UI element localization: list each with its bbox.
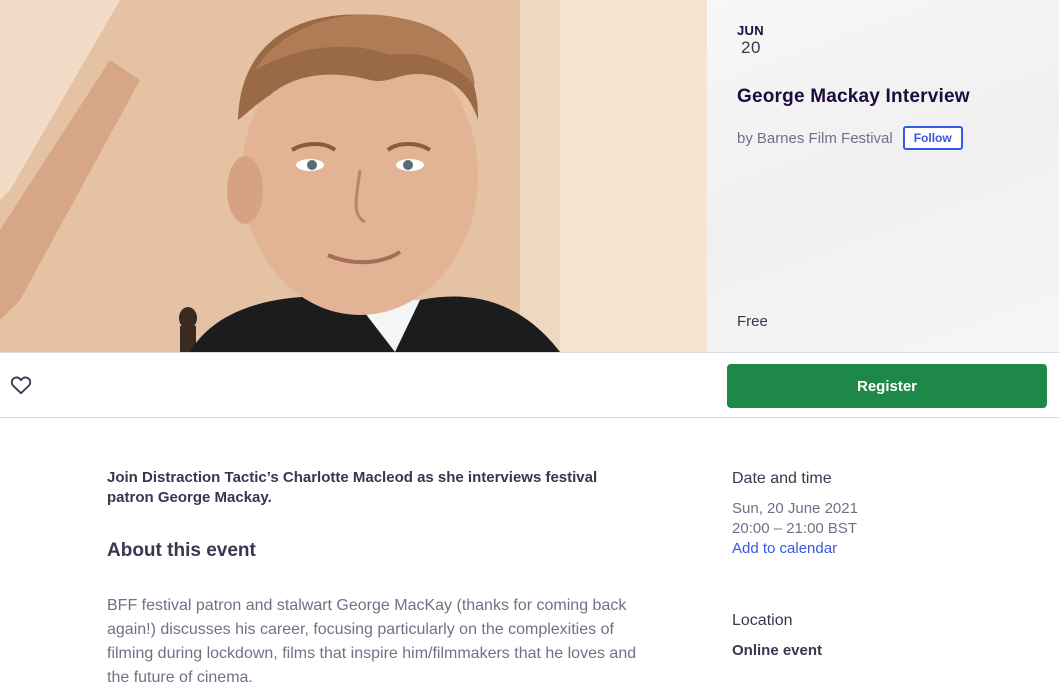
action-bar: Register: [0, 352, 1059, 418]
date-time-heading: Date and time: [732, 470, 832, 487]
location-section: Location Online event: [732, 612, 1032, 659]
organizer-name[interactable]: Barnes Film Festival: [757, 130, 893, 147]
event-month: JUN: [737, 23, 764, 38]
location-value: Online event: [732, 642, 823, 659]
organizer-prefix: by: [737, 129, 753, 147]
event-day: 20: [741, 38, 761, 57]
about-heading: About this event: [107, 540, 256, 561]
event-image: [0, 0, 707, 352]
date-time-section: Date and time Sun, 20 June 2021 20:00 – …: [732, 470, 1032, 559]
heart-icon: [10, 376, 32, 395]
event-time: 20:00 – 21:00 BST: [732, 520, 858, 537]
event-description: BFF festival patron and stalwart George …: [107, 597, 637, 683]
event-title: George Mackay Interview: [737, 86, 970, 107]
location-heading: Location: [732, 612, 793, 629]
organizer-line: by Barnes Film Festival Follow: [737, 126, 963, 150]
event-price: Free: [737, 313, 768, 330]
event-hero: JUN 20 George Mackay Interview by Barnes…: [0, 0, 1059, 352]
register-button[interactable]: Register: [727, 364, 1047, 408]
add-to-calendar-link[interactable]: Add to calendar: [732, 539, 1032, 559]
like-button[interactable]: [9, 373, 33, 397]
event-date: Sun, 20 June 2021: [732, 500, 858, 517]
portrait-illustration: [0, 0, 707, 352]
event-summary: Join Distraction Tactic’s Charlotte Macl…: [107, 469, 598, 506]
follow-button[interactable]: Follow: [902, 126, 963, 150]
